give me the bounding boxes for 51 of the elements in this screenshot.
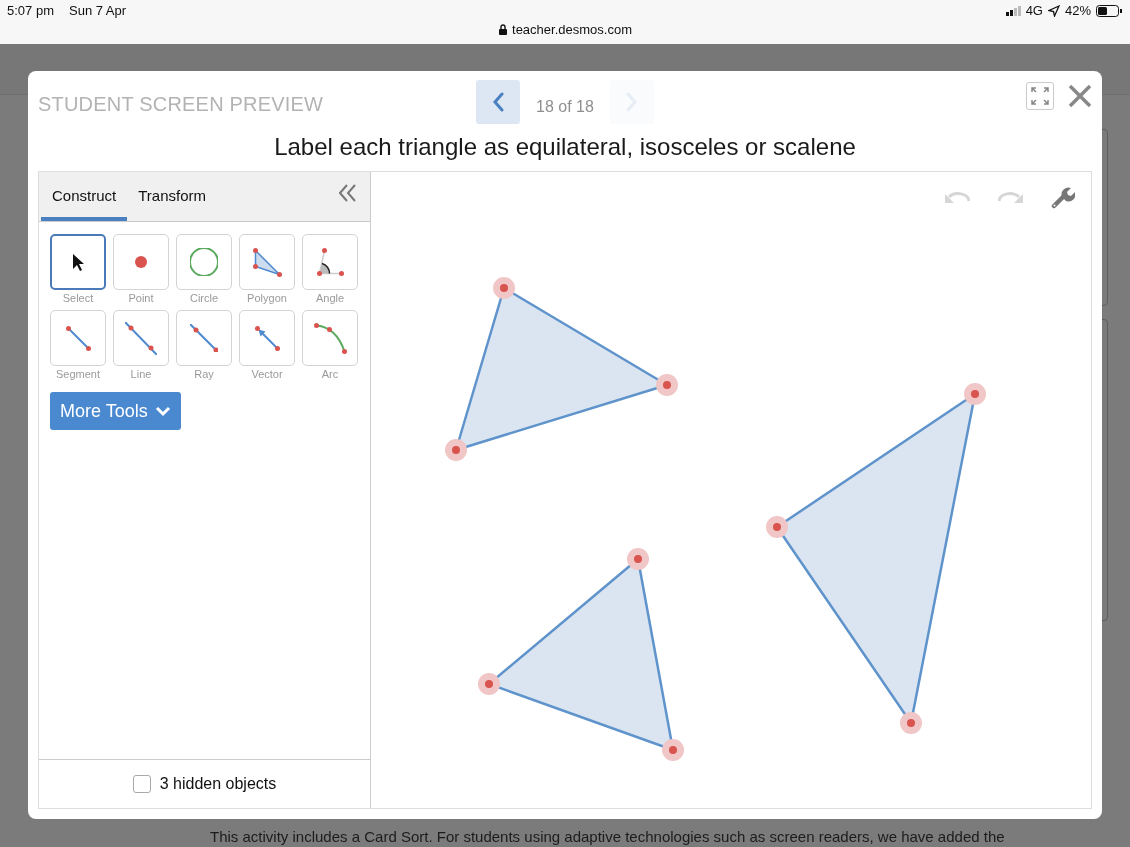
signal-icon	[1005, 5, 1021, 16]
tool-label: Circle	[189, 292, 219, 304]
notice-text: This activity includes a Card Sort. For students using adaptive technologies such as screen readers, we have added the	[209, 828, 1006, 847]
panel-tab[interactable]: Construct	[41, 187, 128, 221]
panel-tab[interactable]: Transform	[127, 187, 217, 221]
expand-icon	[1031, 87, 1049, 105]
location-icon	[1047, 4, 1060, 17]
circle-tool-icon	[190, 248, 218, 276]
previous-button[interactable]	[476, 80, 521, 124]
battery-percent: 42%	[1064, 3, 1091, 18]
battery-icon	[1096, 4, 1122, 17]
line-tool-icon	[125, 321, 157, 355]
point-tool-icon	[135, 256, 147, 268]
ray-tool-icon	[189, 323, 219, 353]
tool-label: Segment	[56, 368, 100, 380]
lock-icon	[498, 23, 508, 36]
checkbox[interactable]	[132, 775, 151, 793]
clock-time: 5:07 pm	[7, 3, 54, 18]
hidden-objects-label: 3 hidden objects	[159, 775, 277, 793]
tool-label: Ray	[194, 368, 214, 380]
url-text[interactable]: teacher.desmos.com	[512, 22, 632, 37]
prompt-heading: Label each triangle as equilateral, isosceles or scalene	[273, 132, 857, 162]
fullscreen-button[interactable]	[1026, 82, 1054, 110]
close-icon	[1068, 84, 1092, 108]
network-label: 4G	[1025, 3, 1043, 18]
angle-tool-icon	[316, 248, 344, 276]
screen-counter: 18 of 18	[536, 98, 594, 116]
more-tools-button[interactable]: More Tools	[50, 392, 181, 430]
tool-label: Vector	[251, 368, 283, 380]
chevron-down-icon	[154, 405, 171, 417]
triangle-shape[interactable]	[766, 383, 986, 734]
tool-label: Arc	[321, 368, 339, 380]
tool-label: Select	[62, 292, 94, 304]
arc-tool-icon	[313, 322, 347, 354]
pointer-icon	[72, 253, 84, 271]
tool-label: Point	[128, 292, 154, 304]
triangle-shape[interactable]	[478, 548, 684, 761]
polygon-tool-icon	[252, 247, 282, 277]
collapse-icon[interactable]	[339, 184, 356, 202]
segment-tool-icon	[65, 325, 91, 351]
close-button[interactable]	[1068, 84, 1092, 108]
modal-title: STUDENT SCREEN PREVIEW	[38, 92, 325, 116]
tool-label: Line	[130, 368, 152, 380]
vector-tool-icon	[254, 325, 280, 351]
status-date: Sun 7 Apr	[69, 3, 127, 18]
tool-button[interactable]	[50, 234, 106, 290]
tool-label: Angle	[315, 292, 345, 304]
tool-label: Polygon	[247, 292, 287, 304]
wrench-icon[interactable]	[1051, 186, 1075, 209]
chevron-left-icon	[491, 92, 505, 112]
triangle-shape[interactable]	[445, 277, 678, 461]
